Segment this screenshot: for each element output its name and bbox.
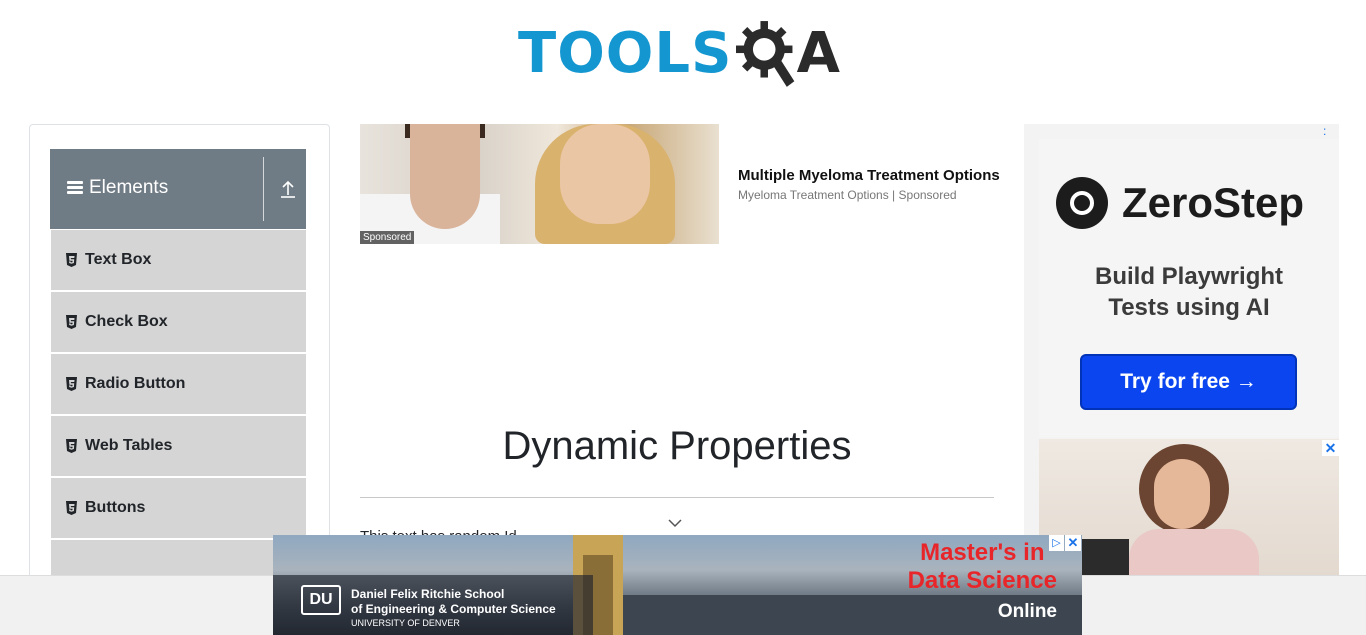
sidebar-item-label: Text Box (85, 251, 152, 268)
sidebar-item-label: Check Box (85, 313, 168, 330)
sidebar-item-check-box[interactable]: Check Box (51, 292, 306, 354)
university-name: UNIVERSITY OF DENVER (351, 618, 460, 628)
sponsored-ad-title[interactable]: Multiple Myeloma Treatment Options (738, 167, 1000, 184)
zerostep-tagline: Build Playwright Tests using AI (1039, 261, 1339, 323)
page-title: Dynamic Properties (502, 424, 852, 468)
sponsored-ad[interactable]: Sponsored Multiple Myeloma Treatment Opt… (360, 124, 1040, 244)
header-divider (263, 157, 264, 221)
page: TOOLS A Elements Text Box Check Box Radi… (0, 0, 1366, 635)
hamburger-icon (67, 181, 83, 195)
zerostep-logo-icon (1056, 177, 1108, 229)
html5-icon (66, 315, 77, 329)
ad-choices-icon[interactable]: : (1323, 124, 1326, 138)
heading-divider (360, 497, 994, 498)
html5-icon (66, 501, 77, 515)
du-logo: DU (301, 585, 341, 615)
try-for-free-button[interactable]: Try for free → (1080, 354, 1297, 410)
sponsored-ad-source: Myeloma Treatment Options | Sponsored (738, 188, 957, 202)
html5-icon (66, 439, 77, 453)
elements-group-header[interactable]: Elements (50, 149, 306, 229)
tagline-line-1: Build Playwright (1094, 263, 1283, 290)
logo-text: TOOLS (518, 21, 733, 86)
school-name-line-1: Daniel Felix Ritchie School (351, 587, 505, 601)
sidebar-item-label: Web Tables (85, 437, 173, 454)
sponsored-ad-image[interactable]: Sponsored (360, 124, 719, 244)
html5-icon (66, 377, 77, 391)
zerostep-ad[interactable]: ZeroStep Build Playwright Tests using AI… (1039, 139, 1339, 437)
sidebar-item-label: Buttons (85, 499, 146, 516)
bottom-banner-ad[interactable]: DU Daniel Felix Ritchie School of Engine… (273, 535, 1082, 635)
sponsored-tag: Sponsored (360, 231, 415, 244)
sidebar-item-label: Radio Button (85, 375, 186, 392)
html5-icon (66, 253, 77, 267)
sidebar-item-text-box[interactable]: Text Box (51, 230, 306, 292)
ad-photo[interactable] (1039, 439, 1339, 575)
ad-info-icon[interactable]: ▷ (1049, 535, 1064, 551)
close-banner-icon[interactable]: ✕ (1065, 535, 1081, 551)
sidebar-item-radio-button[interactable]: Radio Button (51, 354, 306, 416)
collapse-arrow-icon[interactable] (280, 179, 296, 199)
headline-line-2: Data Science (907, 567, 1057, 594)
chevron-down-icon (668, 519, 682, 528)
toolsqa-logo[interactable]: TOOLS A (518, 16, 840, 92)
zerostep-brand: ZeroStep (1122, 179, 1305, 226)
sidebar-item-buttons[interactable]: Buttons (51, 478, 306, 540)
sidebar-item-web-tables[interactable]: Web Tables (51, 416, 306, 478)
close-ad-icon[interactable]: ✕ (1322, 440, 1339, 456)
headline-line-1: Master's in (920, 539, 1045, 566)
tagline-line-2: Tests using AI (1108, 294, 1270, 321)
online-label: Online (997, 601, 1057, 622)
logo-qa-text: A (796, 21, 840, 86)
school-name-line-2: of Engineering & Computer Science (351, 602, 556, 616)
gear-magnifier-icon (736, 21, 795, 87)
ad-headline: Master's in Data Science (908, 539, 1057, 595)
elements-menu-list: Text Box Check Box Radio Button Web Tabl… (51, 230, 306, 602)
group-title: Elements (89, 177, 169, 198)
